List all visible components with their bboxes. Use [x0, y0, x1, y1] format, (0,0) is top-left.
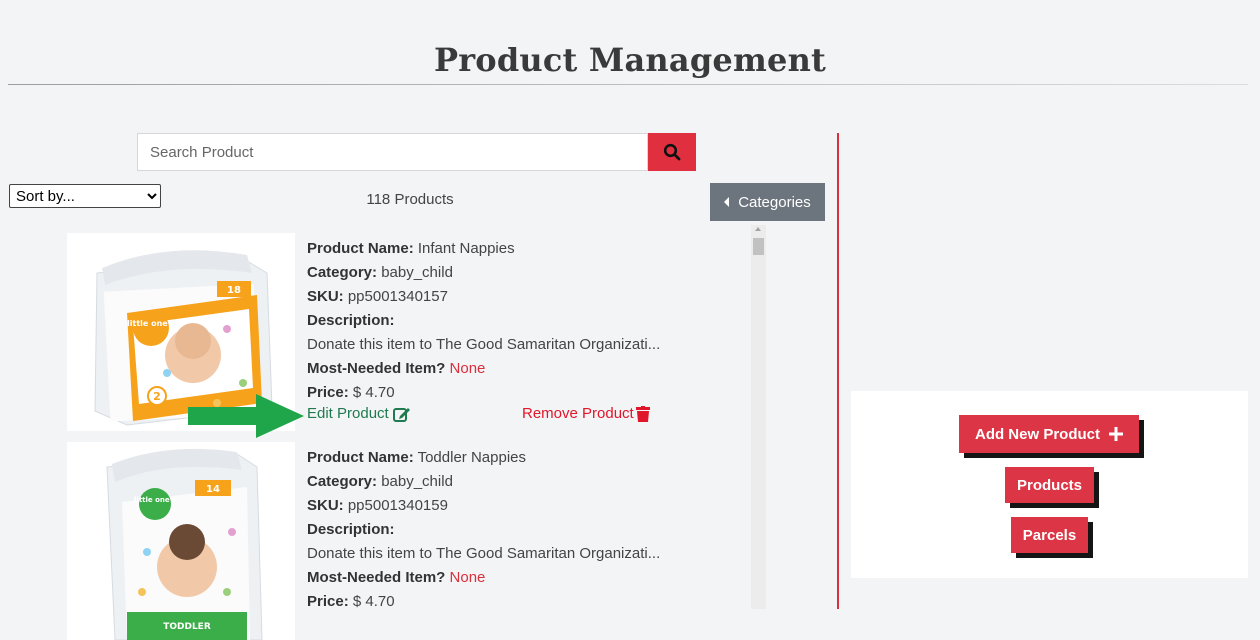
add-new-product-button[interactable]: Add New Product [959, 415, 1139, 453]
category-row: Category: baby_child [307, 470, 660, 494]
sku-label: SKU: [307, 497, 344, 514]
edit-icon [392, 407, 410, 422]
most-needed-row: Most-Needed Item? None [307, 357, 660, 381]
product-name-label: Product Name: [307, 449, 414, 466]
most-needed-value: None [449, 569, 486, 586]
product-details: Product Name: Toddler Nappies Category: … [307, 446, 660, 614]
image-label-text: TODDLER [163, 622, 211, 632]
description-row: Description: [307, 309, 660, 333]
price-row: Price: $ 4.70 [307, 590, 660, 614]
sku-label: SKU: [307, 288, 344, 305]
product-name: Toddler Nappies [417, 449, 526, 466]
product-image: little one's 14 TODDLER [67, 442, 295, 640]
categories-label: Categories [738, 193, 811, 211]
image-badge-text: 14 [206, 484, 220, 495]
remove-product-label: Remove Product [522, 405, 634, 422]
sort-select[interactable]: Sort by... [9, 184, 161, 208]
product-card: little one's 14 TODDLER Product Name: To… [67, 442, 747, 640]
products-label: Products [1016, 476, 1082, 494]
image-size-text: 2 [153, 390, 161, 403]
product-name-label: Product Name: [307, 240, 414, 257]
description-value: Donate this item to The Good Samaritan O… [307, 545, 661, 562]
scrollbar-thumb[interactable] [753, 238, 764, 255]
sku-row: SKU: pp5001340157 [307, 285, 660, 309]
most-needed-label: Most-Needed Item? [307, 360, 446, 377]
description-label: Description: [307, 312, 395, 329]
image-brand-text: little one's [127, 319, 175, 328]
search-icon [663, 143, 681, 161]
product-count: 118 Products [366, 191, 454, 208]
product-details: Product Name: Infant Nappies Category: b… [307, 237, 660, 405]
edit-product-link[interactable]: Edit Product [307, 405, 411, 422]
category-label: Category: [307, 264, 378, 281]
description-row: Description: [307, 518, 660, 542]
most-needed-value: None [449, 360, 486, 377]
scrollbar[interactable] [751, 225, 766, 609]
price-label: Price: [307, 384, 349, 401]
price-value: $ 4.70 [352, 593, 395, 610]
image-badge-text: 18 [227, 285, 241, 296]
product-name-row: Product Name: Infant Nappies [307, 237, 660, 261]
category-label: Category: [307, 473, 378, 490]
plus-icon [1109, 427, 1123, 441]
trash-icon [635, 405, 650, 422]
scroll-up-arrow[interactable] [755, 227, 761, 231]
sku-value: pp5001340159 [347, 497, 448, 514]
products-button[interactable]: Products [1005, 467, 1094, 503]
search-button[interactable] [648, 133, 696, 171]
page-title: Product Management [433, 41, 827, 80]
actions-panel: Add New Product Products Parcels [851, 391, 1248, 578]
description-value: Donate this item to The Good Samaritan O… [307, 336, 661, 353]
most-needed-row: Most-Needed Item? None [307, 566, 660, 590]
category-value: baby_child [381, 264, 453, 281]
categories-button[interactable]: Categories [710, 183, 825, 221]
description-label: Description: [307, 521, 395, 538]
caret-left-icon [724, 197, 730, 207]
product-name-row: Product Name: Toddler Nappies [307, 446, 660, 470]
parcels-label: Parcels [1022, 526, 1077, 544]
product-card: little one's 2 INFANT 18 Product Name: I… [67, 233, 747, 431]
vertical-divider [837, 133, 839, 609]
remove-product-link[interactable]: Remove Product [522, 405, 650, 422]
product-name: Infant Nappies [417, 240, 515, 257]
price-value: $ 4.70 [352, 384, 395, 401]
image-brand-text: little one's [134, 496, 176, 504]
title-divider [8, 84, 1248, 85]
annotation-arrow-icon [188, 394, 304, 438]
parcels-button[interactable]: Parcels [1011, 517, 1088, 553]
search-input[interactable] [137, 133, 648, 171]
sku-row: SKU: pp5001340159 [307, 494, 660, 518]
category-row: Category: baby_child [307, 261, 660, 285]
add-new-product-label: Add New Product [974, 425, 1100, 443]
image-label-text: INFANT [169, 382, 210, 393]
most-needed-label: Most-Needed Item? [307, 569, 446, 586]
price-label: Price: [307, 593, 349, 610]
category-value: baby_child [381, 473, 453, 490]
price-row: Price: $ 4.70 [307, 381, 660, 405]
search-bar [137, 133, 696, 171]
edit-product-label: Edit Product [307, 405, 389, 422]
sku-value: pp5001340157 [347, 288, 448, 305]
